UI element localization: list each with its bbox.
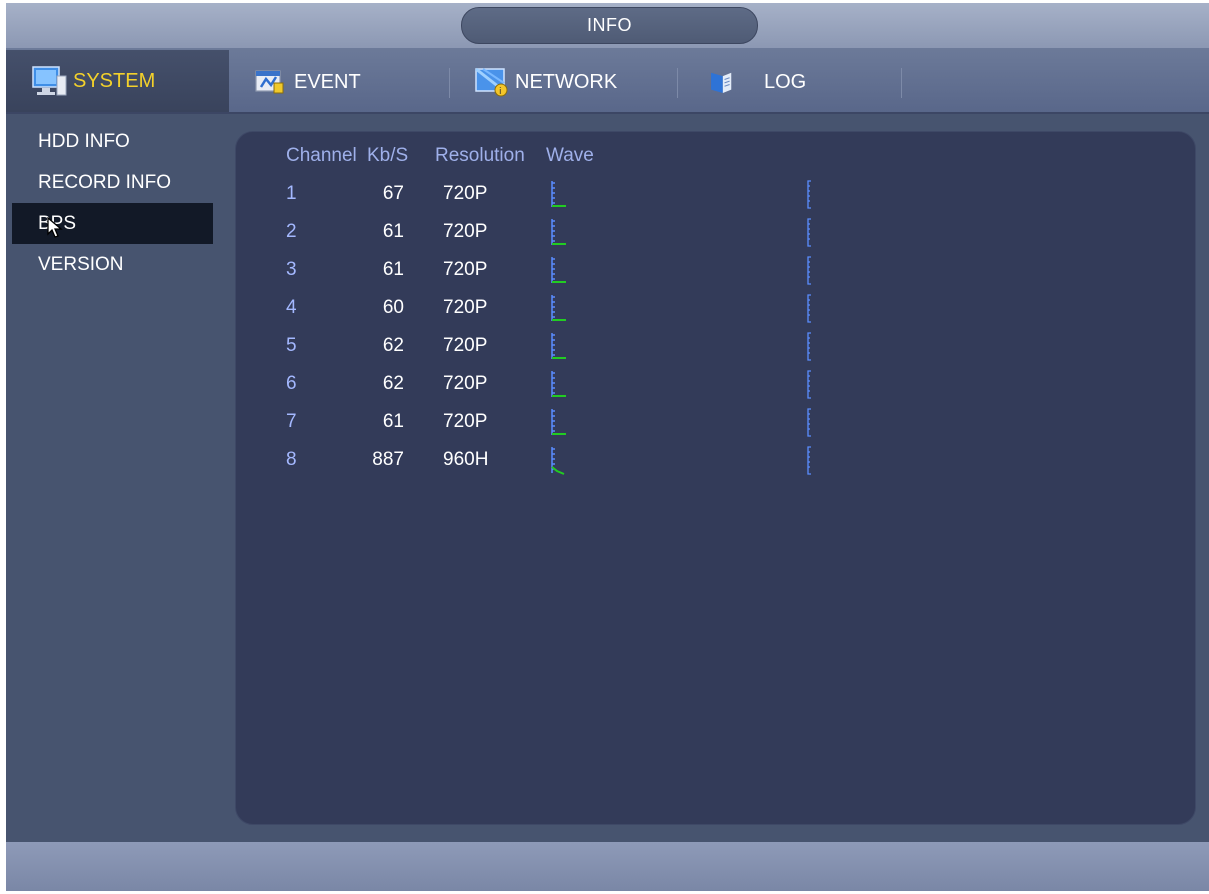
bitrate-value: 62 bbox=[382, 335, 404, 356]
bitrate-value: 61 bbox=[382, 411, 404, 432]
info-sidebar: HDD INFO RECORD INFO BPS VERSION bbox=[6, 116, 229, 846]
resolution-value: 720P bbox=[443, 373, 488, 394]
resolution-value: 720P bbox=[443, 183, 488, 204]
main-tab-bar: SYSTEM EVENT i NETWORK LOG bbox=[6, 48, 1209, 114]
bitrate-value: 61 bbox=[382, 221, 404, 242]
mouse-cursor-icon bbox=[47, 217, 63, 238]
bitrate-wave-graph bbox=[551, 333, 566, 359]
bitrate-value: 60 bbox=[382, 297, 404, 318]
tab-system[interactable]: SYSTEM bbox=[6, 50, 229, 112]
resolution-value: 720P bbox=[443, 259, 488, 280]
column-header-wave: Wave bbox=[546, 145, 594, 166]
tab-log[interactable]: LOG bbox=[706, 60, 806, 104]
column-header-resolution: Resolution bbox=[435, 145, 525, 166]
sidebar-item-hdd-info[interactable]: HDD INFO bbox=[12, 121, 213, 162]
wave-scale-bracket bbox=[807, 218, 811, 247]
tab-network-label: NETWORK bbox=[515, 70, 618, 93]
bitrate-value: 62 bbox=[382, 373, 404, 394]
event-icon bbox=[255, 70, 284, 94]
column-header-channel: Channel bbox=[286, 145, 357, 166]
column-header-kbs: Kb/S bbox=[367, 145, 409, 166]
window-title: INFO bbox=[461, 7, 758, 44]
tab-divider bbox=[901, 68, 902, 98]
resolution-value: 720P bbox=[443, 335, 488, 356]
wave-scale-bracket bbox=[807, 256, 811, 285]
bitrate-wave-graph bbox=[551, 219, 566, 245]
wave-scale-bracket bbox=[807, 446, 811, 475]
bitrate-wave-graph bbox=[551, 181, 566, 207]
tab-network[interactable]: i NETWORK bbox=[473, 60, 617, 104]
wave-scale-bracket bbox=[807, 332, 811, 361]
resolution-value: 720P bbox=[443, 221, 488, 242]
log-book-icon bbox=[711, 72, 732, 93]
resolution-value: 720P bbox=[443, 297, 488, 318]
svg-text:i: i bbox=[499, 87, 502, 97]
wave-scale-bracket bbox=[807, 408, 811, 437]
sidebar-item-version[interactable]: VERSION bbox=[12, 244, 213, 285]
tab-system-label: SYSTEM bbox=[73, 69, 156, 92]
info-window: INFO SYSTEM EVENT i NETWORK LOG HDD INFO… bbox=[6, 3, 1209, 891]
bitrate-wave-graph bbox=[551, 295, 566, 321]
wave-scale-bracket bbox=[807, 370, 811, 399]
tab-event-label: EVENT bbox=[294, 70, 361, 93]
bps-panel: Channel Kb/S Resolution Wave 1 67 720P 2 61 7… bbox=[235, 131, 1196, 825]
monitor-icon bbox=[32, 66, 67, 96]
network-icon: i bbox=[475, 67, 508, 97]
tab-event[interactable]: EVENT bbox=[252, 60, 361, 104]
title-bar: INFO bbox=[6, 3, 1209, 48]
tab-divider bbox=[449, 68, 450, 98]
sidebar-item-bps[interactable]: BPS bbox=[12, 203, 213, 244]
wave-scale-bracket bbox=[807, 180, 811, 209]
bitrate-wave-graph bbox=[551, 409, 566, 435]
footer-bar bbox=[6, 842, 1209, 891]
resolution-value: 960H bbox=[443, 449, 489, 470]
bitrate-wave-graph bbox=[551, 257, 566, 283]
bitrate-wave-graph bbox=[551, 447, 565, 475]
sidebar-item-record-info[interactable]: RECORD INFO bbox=[12, 162, 213, 203]
bitrate-value: 887 bbox=[372, 449, 404, 470]
bitrate-value: 67 bbox=[382, 183, 404, 204]
tab-log-label: LOG bbox=[764, 70, 807, 93]
bitrate-wave-graph bbox=[551, 371, 566, 397]
bitrate-value: 61 bbox=[382, 259, 404, 280]
resolution-value: 720P bbox=[443, 411, 488, 432]
wave-scale-bracket bbox=[807, 294, 811, 323]
tab-divider bbox=[677, 68, 678, 98]
